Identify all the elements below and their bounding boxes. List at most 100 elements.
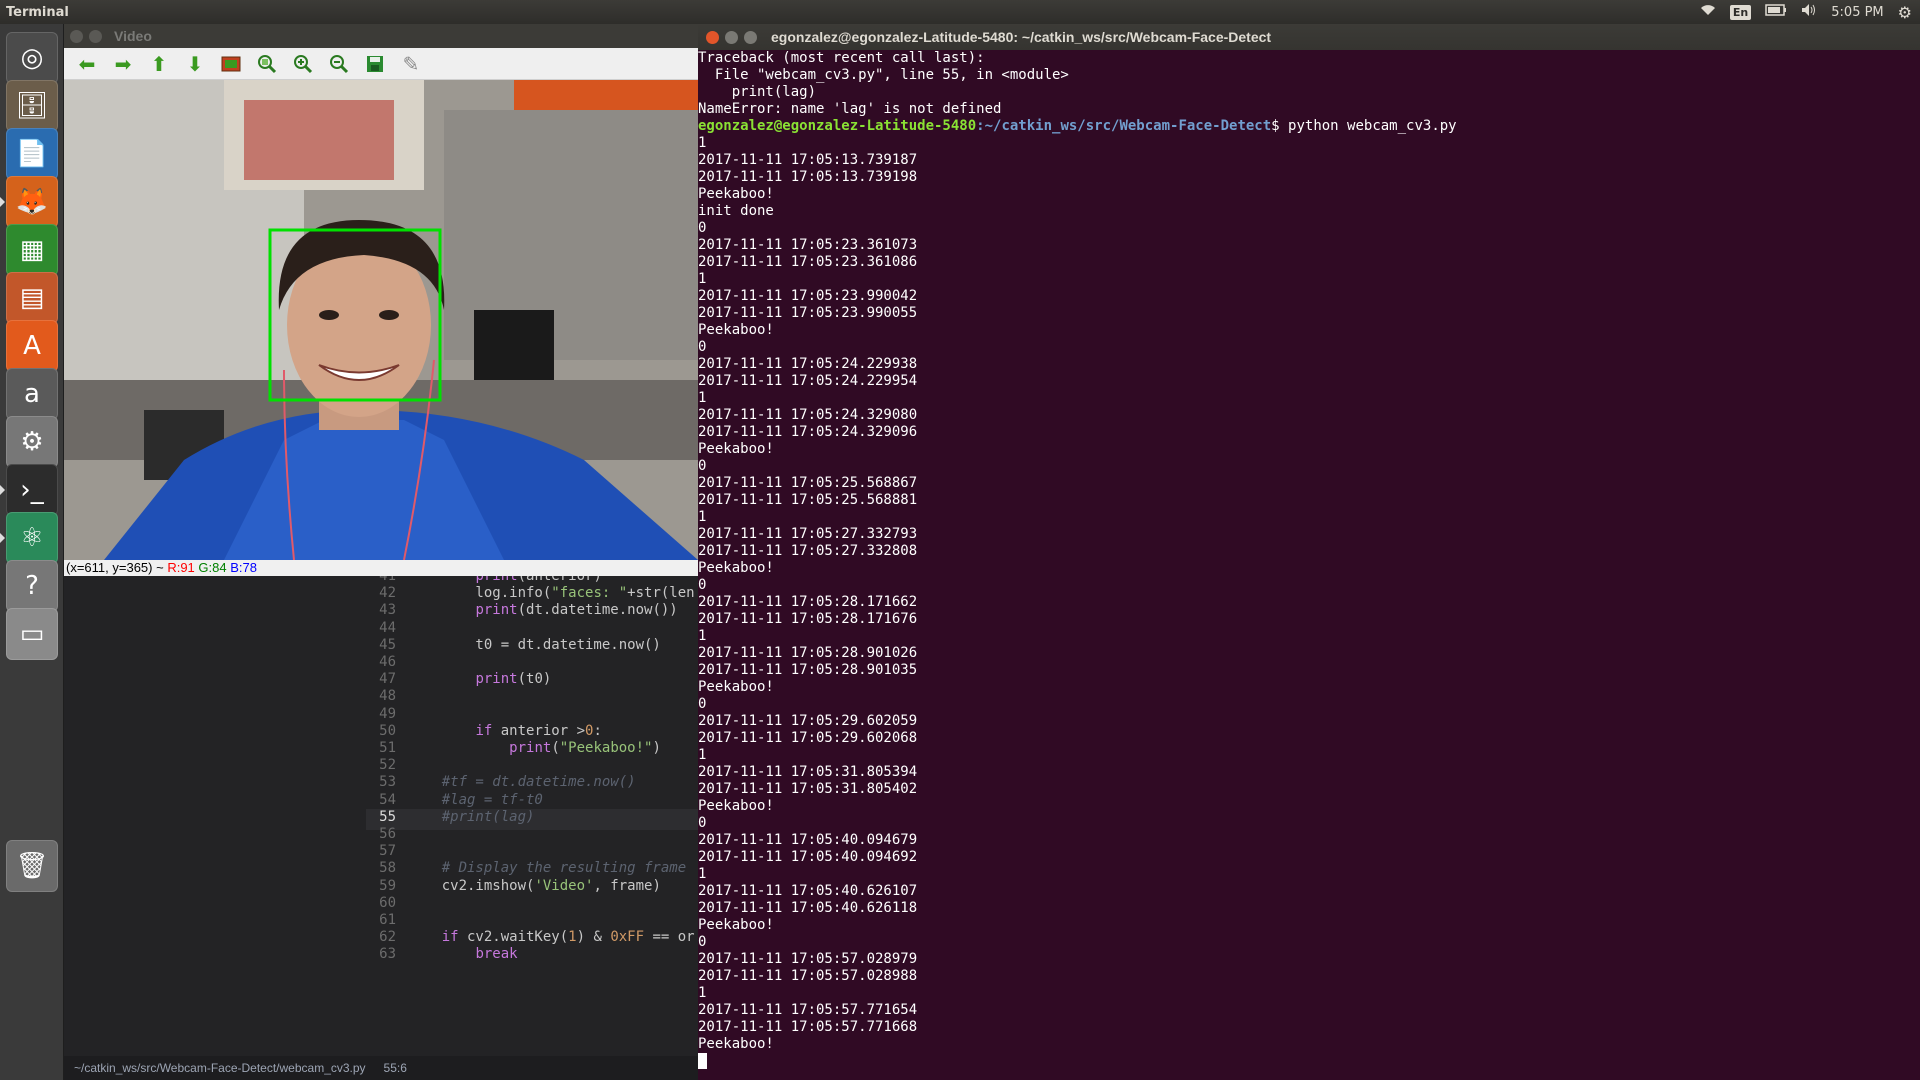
help-icon[interactable]: ?	[6, 560, 58, 612]
terminal-line: 2017-11-11 17:05:40.094692	[698, 849, 918, 865]
zoom-in-icon[interactable]	[290, 51, 316, 77]
code-editor[interactable]: 41 print(anterior) 42 log.info("faces: "+…	[64, 568, 698, 1080]
terminal-line: 2017-11-11 17:05:23.361073	[698, 237, 918, 253]
terminal-line: 2017-11-11 17:05:24.329080	[698, 407, 918, 423]
code-line[interactable]: 63 break	[366, 946, 698, 967]
settings-gear-icon[interactable]: ⚙	[1898, 3, 1912, 22]
terminal-line: Peekaboo!	[698, 1036, 774, 1052]
terminal-prompt-line: egonzalez@egonzalez-Latitude-5480:~/catk…	[698, 118, 1920, 135]
minimize-button[interactable]	[725, 30, 738, 44]
maximize-button[interactable]	[744, 30, 757, 44]
arrow-left-icon[interactable]: ⬅	[74, 51, 100, 77]
terminal-line: 2017-11-11 17:05:31.805394	[698, 764, 918, 780]
line-number: 55	[379, 808, 396, 825]
atom-icon[interactable]: ⚛	[6, 512, 58, 564]
line-number: 54	[379, 791, 396, 808]
line-number: 44	[379, 619, 396, 636]
text-cursor	[698, 1053, 707, 1069]
clock[interactable]: 5:05 PM	[1831, 5, 1883, 20]
zoom-fit-icon[interactable]	[254, 51, 280, 77]
terminal-line: 2017-11-11 17:05:13.739198	[698, 169, 918, 185]
video-titlebar[interactable]: Video	[64, 24, 698, 48]
image-icon[interactable]	[218, 51, 244, 77]
line-number: 59	[379, 877, 396, 894]
terminal-line: 2017-11-11 17:05:25.568881	[698, 492, 918, 508]
terminal-titlebar[interactable]: egonzalez@egonzalez-Latitude-5480: ~/cat…	[698, 24, 1920, 50]
code-text: cv2.imshow('Video', frame)	[408, 877, 661, 894]
volume-icon[interactable]	[1801, 3, 1817, 21]
terminal-line: 0	[698, 220, 707, 236]
webcam-frame[interactable]	[64, 80, 698, 560]
video-toolbar: ⬅ ➡ ⬆ ⬇ ✎	[64, 48, 698, 80]
pixel-red-value: R:91	[167, 560, 195, 575]
terminal-line: init done	[698, 203, 774, 219]
line-number: 42	[379, 585, 396, 602]
code-text: log.info("faces: "+str(len	[408, 585, 695, 602]
line-number: 62	[379, 929, 396, 946]
editor-file-path[interactable]: ~/catkin_ws/src/Webcam-Face-Detect/webca…	[74, 1061, 366, 1075]
editor-cursor-position[interactable]: 55:6	[384, 1061, 407, 1075]
line-number: 58	[379, 860, 396, 877]
libreoffice-calc-icon[interactable]: ▦	[6, 224, 58, 276]
terminal-line: 2017-11-11 17:05:40.626107	[698, 883, 918, 899]
video-status-bar: (x=611, y=365) ~ R:91 G:84 B:78	[64, 560, 698, 576]
indicator-area: En 5:05 PM ⚙	[1700, 0, 1920, 24]
running-indicator	[0, 197, 5, 207]
ubuntu-software-icon[interactable]: A	[6, 320, 58, 372]
terminal-output[interactable]: Traceback (most recent call last): File …	[698, 50, 1920, 1080]
arrow-right-icon[interactable]: ➡	[110, 51, 136, 77]
line-number: 51	[379, 740, 396, 756]
terminal-line: 1	[698, 628, 707, 644]
close-button[interactable]	[70, 29, 83, 43]
running-indicator	[0, 485, 5, 495]
libreoffice-impress-icon[interactable]: ▤	[6, 272, 58, 324]
close-button[interactable]	[706, 30, 719, 44]
terminal-cursor-line[interactable]	[698, 1053, 1920, 1070]
code-text: #tf = dt.datetime.now()	[408, 774, 636, 791]
files-icon[interactable]: 🗄	[6, 80, 58, 132]
terminal-line: 2017-11-11 17:05:24.329096	[698, 424, 918, 440]
arrow-up-icon[interactable]: ⬆	[146, 51, 172, 77]
terminal-line: 2017-11-11 17:05:57.028979	[698, 951, 918, 967]
terminal-line: 2017-11-11 17:05:13.739187	[698, 152, 918, 168]
arrow-down-icon[interactable]: ⬇	[182, 51, 208, 77]
terminal-line: 2017-11-11 17:05:24.229938	[698, 356, 918, 372]
battery-icon[interactable]	[1765, 4, 1787, 20]
libreoffice-writer-icon[interactable]: 📄	[6, 128, 58, 180]
system-settings-icon[interactable]: ⚙	[6, 416, 58, 468]
pixel-blue-value: B:78	[230, 560, 257, 575]
firefox-icon[interactable]: 🦊	[6, 176, 58, 228]
terminal-line: 1	[698, 135, 707, 151]
video-window-title: Video	[114, 28, 152, 44]
wifi-icon[interactable]	[1700, 4, 1716, 20]
editor-status-bar: ~/catkin_ws/src/Webcam-Face-Detect/webca…	[64, 1056, 698, 1080]
terminal-line: 2017-11-11 17:05:27.332793	[698, 526, 918, 542]
trash-icon[interactable]: 🗑	[6, 840, 58, 892]
webcam-scene	[64, 80, 698, 560]
video-window[interactable]: Video ⬅ ➡ ⬆ ⬇ ✎ (x=611, y=365) ~ R:91 G:…	[64, 24, 698, 576]
save-icon[interactable]	[362, 51, 388, 77]
amazon-icon[interactable]: a	[6, 368, 58, 420]
properties-icon[interactable]: ✎	[398, 51, 424, 77]
terminal-line: 1	[698, 509, 707, 525]
code-text: print(dt.datetime.now())	[475, 602, 678, 619]
line-number: 47	[379, 671, 396, 688]
active-app-name: Terminal	[6, 4, 69, 20]
terminal-icon[interactable]: ›_	[6, 464, 58, 516]
line-number: 56	[379, 826, 396, 842]
terminal-line: 0	[698, 458, 707, 474]
ubuntu-dash-icon[interactable]: ◎	[6, 32, 58, 84]
zoom-out-icon[interactable]	[326, 51, 352, 77]
terminal-window[interactable]: egonzalez@egonzalez-Latitude-5480: ~/cat…	[698, 24, 1920, 1080]
disk-drive-icon[interactable]: ▭	[6, 608, 58, 660]
minimize-button[interactable]	[89, 29, 102, 43]
terminal-line: 2017-11-11 17:05:57.771668	[698, 1019, 918, 1035]
terminal-line: 2017-11-11 17:05:27.332808	[698, 543, 918, 559]
terminal-line: 2017-11-11 17:05:40.626118	[698, 900, 918, 916]
line-number: 60	[379, 894, 396, 911]
running-indicator	[0, 533, 5, 543]
terminal-line: 1	[698, 985, 707, 1001]
terminal-line: Peekaboo!	[698, 441, 774, 457]
prompt-command: $ python webcam_cv3.py	[1271, 118, 1457, 134]
keyboard-layout-indicator[interactable]: En	[1729, 4, 1752, 20]
